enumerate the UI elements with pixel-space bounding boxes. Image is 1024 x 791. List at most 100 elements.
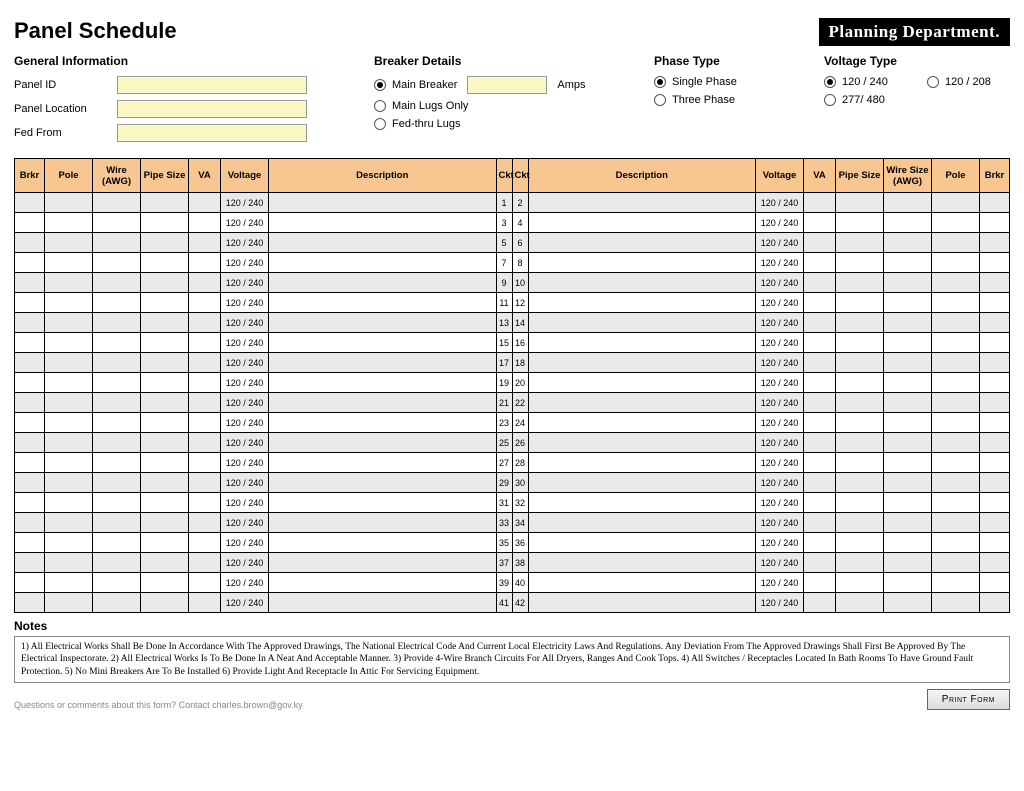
table-cell[interactable]: [269, 413, 497, 433]
table-cell[interactable]: 7: [496, 253, 512, 273]
table-cell[interactable]: [932, 213, 980, 233]
table-cell[interactable]: [980, 413, 1010, 433]
table-cell[interactable]: [980, 233, 1010, 253]
table-cell[interactable]: [15, 333, 45, 353]
table-cell[interactable]: [836, 233, 884, 253]
table-cell[interactable]: [141, 273, 189, 293]
table-cell[interactable]: [932, 313, 980, 333]
table-cell[interactable]: [980, 433, 1010, 453]
table-cell[interactable]: [45, 373, 93, 393]
table-cell[interactable]: [528, 493, 756, 513]
table-cell[interactable]: [528, 453, 756, 473]
table-cell[interactable]: [189, 593, 221, 613]
table-cell[interactable]: [269, 353, 497, 373]
radio-single-phase[interactable]: [654, 76, 666, 88]
fed-from-input[interactable]: [117, 124, 307, 142]
table-cell[interactable]: [269, 433, 497, 453]
table-cell[interactable]: [884, 473, 932, 493]
table-cell[interactable]: [189, 313, 221, 333]
table-cell[interactable]: [836, 413, 884, 433]
table-cell[interactable]: 25: [496, 433, 512, 453]
table-cell[interactable]: 120 / 240: [221, 273, 269, 293]
table-cell[interactable]: [528, 373, 756, 393]
table-cell[interactable]: 120 / 240: [221, 293, 269, 313]
table-cell[interactable]: [804, 393, 836, 413]
table-cell[interactable]: [141, 453, 189, 473]
table-cell[interactable]: [884, 353, 932, 373]
table-cell[interactable]: [93, 473, 141, 493]
table-cell[interactable]: [269, 193, 497, 213]
table-cell[interactable]: [269, 593, 497, 613]
table-cell[interactable]: [93, 213, 141, 233]
table-cell[interactable]: [836, 253, 884, 273]
table-cell[interactable]: [932, 593, 980, 613]
table-cell[interactable]: [528, 293, 756, 313]
table-cell[interactable]: [189, 573, 221, 593]
table-cell[interactable]: 120 / 240: [756, 433, 804, 453]
table-cell[interactable]: [980, 193, 1010, 213]
table-cell[interactable]: 120 / 240: [221, 413, 269, 433]
table-cell[interactable]: [884, 233, 932, 253]
table-cell[interactable]: [269, 493, 497, 513]
table-cell[interactable]: [932, 433, 980, 453]
table-cell[interactable]: [528, 273, 756, 293]
table-cell[interactable]: 120 / 240: [756, 373, 804, 393]
table-cell[interactable]: [189, 413, 221, 433]
table-cell[interactable]: 120 / 240: [756, 573, 804, 593]
table-cell[interactable]: [15, 253, 45, 273]
table-cell[interactable]: 20: [512, 373, 528, 393]
table-cell[interactable]: 120 / 240: [221, 253, 269, 273]
table-cell[interactable]: [269, 333, 497, 353]
table-cell[interactable]: [15, 493, 45, 513]
table-cell[interactable]: [15, 213, 45, 233]
table-cell[interactable]: [45, 293, 93, 313]
table-cell[interactable]: [15, 533, 45, 553]
table-cell[interactable]: [45, 333, 93, 353]
table-cell[interactable]: [15, 193, 45, 213]
table-cell[interactable]: [980, 513, 1010, 533]
table-cell[interactable]: 38: [512, 553, 528, 573]
print-button[interactable]: Print Form: [927, 689, 1010, 710]
table-cell[interactable]: [269, 373, 497, 393]
table-cell[interactable]: [269, 213, 497, 233]
table-cell[interactable]: [836, 313, 884, 333]
table-cell[interactable]: 36: [512, 533, 528, 553]
table-cell[interactable]: 120 / 240: [756, 413, 804, 433]
table-cell[interactable]: [836, 473, 884, 493]
table-cell[interactable]: [189, 393, 221, 413]
table-cell[interactable]: [884, 453, 932, 473]
table-cell[interactable]: [189, 333, 221, 353]
table-cell[interactable]: [804, 433, 836, 453]
table-cell[interactable]: [836, 453, 884, 473]
table-cell[interactable]: [189, 373, 221, 393]
table-cell[interactable]: 32: [512, 493, 528, 513]
table-cell[interactable]: [189, 513, 221, 533]
table-cell[interactable]: [15, 273, 45, 293]
table-cell[interactable]: [932, 413, 980, 433]
panel-id-input[interactable]: [117, 76, 307, 94]
table-cell[interactable]: [141, 553, 189, 573]
table-cell[interactable]: [804, 533, 836, 553]
table-cell[interactable]: [15, 573, 45, 593]
table-cell[interactable]: [932, 553, 980, 573]
table-cell[interactable]: 120 / 240: [221, 393, 269, 413]
table-cell[interactable]: [141, 593, 189, 613]
table-cell[interactable]: [45, 533, 93, 553]
table-cell[interactable]: 120 / 240: [756, 233, 804, 253]
table-cell[interactable]: 120 / 240: [221, 493, 269, 513]
table-cell[interactable]: [269, 513, 497, 533]
table-cell[interactable]: 26: [512, 433, 528, 453]
table-cell[interactable]: [45, 353, 93, 373]
table-cell[interactable]: [141, 573, 189, 593]
table-cell[interactable]: [836, 433, 884, 453]
radio-main-lugs[interactable]: [374, 100, 386, 112]
table-cell[interactable]: 29: [496, 473, 512, 493]
table-cell[interactable]: [528, 193, 756, 213]
table-cell[interactable]: [932, 453, 980, 473]
table-cell[interactable]: 17: [496, 353, 512, 373]
table-cell[interactable]: [884, 253, 932, 273]
table-cell[interactable]: 9: [496, 273, 512, 293]
table-cell[interactable]: [804, 213, 836, 233]
table-cell[interactable]: 120 / 240: [756, 553, 804, 573]
table-cell[interactable]: [884, 273, 932, 293]
